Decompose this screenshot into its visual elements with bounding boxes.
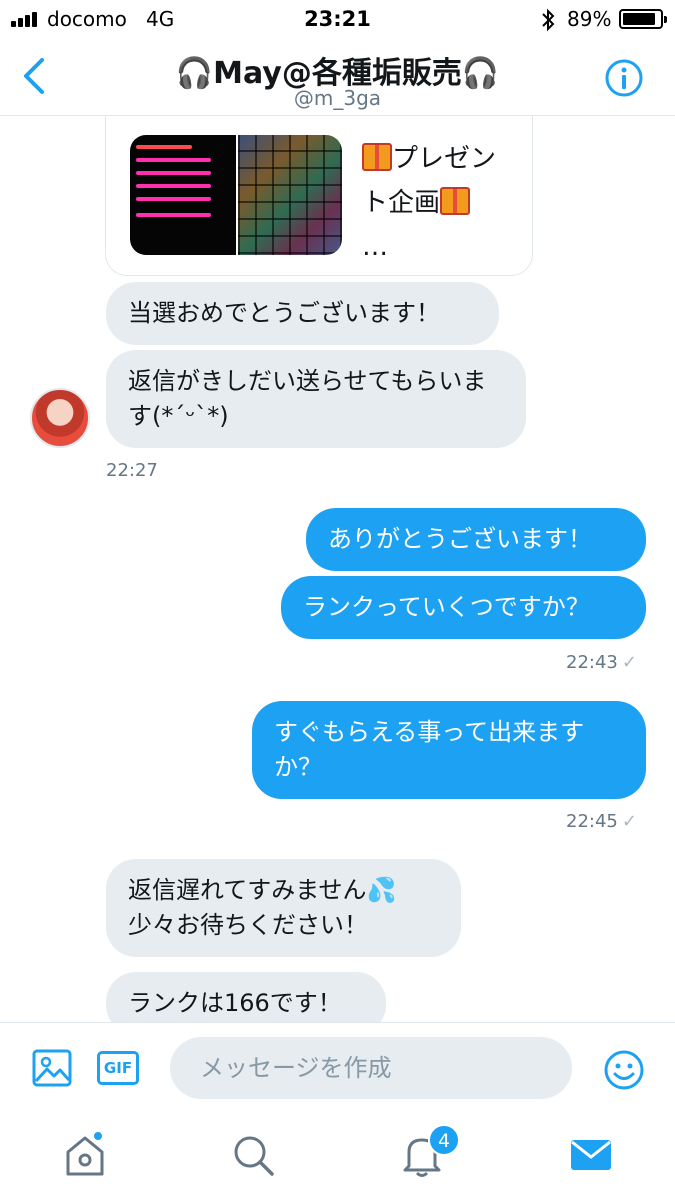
mail-icon[interactable]: [568, 1132, 614, 1178]
message-input[interactable]: [170, 1037, 572, 1099]
emoji-icon[interactable]: [603, 1049, 645, 1091]
battery-icon: [619, 9, 667, 29]
sent-message[interactable]: すぐもらえる事って出来ますか？: [252, 701, 646, 799]
read-check-icon: ✓: [621, 652, 637, 673]
gift-icon: [362, 143, 392, 171]
received-message[interactable]: 当選おめでとうございます！: [106, 282, 499, 345]
avatar[interactable]: [30, 388, 90, 448]
received-message[interactable]: ランクは166です！: [106, 972, 386, 1022]
search-icon[interactable]: [230, 1132, 276, 1178]
timestamp-text: 22:45: [566, 811, 618, 832]
status-bar: docomo 4G 23:21 89%: [0, 0, 675, 38]
card-text-line3: …: [362, 232, 388, 262]
home-unread-dot: [92, 1130, 104, 1142]
bluetooth-icon: [542, 8, 555, 32]
timestamp-text: 22:43: [566, 652, 618, 673]
timestamp: 22:45 ✓: [566, 811, 637, 832]
tab-bar: 4: [0, 1112, 675, 1200]
message-list[interactable]: プレゼン ト企画 … 当選おめでとうございます！ 返信がきしだい送らせてもらいま…: [0, 116, 675, 1022]
conversation-handle: @m_3ga: [293, 86, 382, 110]
sent-message[interactable]: ありがとうございます！: [306, 508, 646, 571]
notification-badge: 4: [428, 1124, 460, 1156]
conversation-header: 🎧May@各種垢販売🎧 @m_3ga: [0, 38, 675, 116]
timestamp: 22:27: [106, 460, 158, 481]
card-text: プレゼン ト企画 …: [362, 137, 522, 269]
received-message[interactable]: 返信遅れてすみません💦 少々お待ちください！: [106, 859, 461, 957]
shared-tweet-card[interactable]: プレゼン ト企画 …: [105, 116, 533, 276]
battery-percent: 89%: [567, 7, 612, 31]
gift-icon: [440, 187, 471, 215]
card-text-line1: プレゼン: [392, 144, 497, 174]
card-text-line2: ト企画: [362, 188, 441, 218]
card-image-2: [238, 135, 342, 255]
gif-button[interactable]: GIF: [97, 1051, 139, 1085]
received-message[interactable]: 返信がきしだい送らせてもらいます(*´ᵕ`*): [106, 350, 526, 448]
sent-message[interactable]: ランクっていくつですか？: [281, 576, 646, 639]
card-image-1: [130, 135, 236, 255]
read-check-icon: ✓: [621, 811, 637, 832]
info-icon[interactable]: [604, 58, 644, 98]
compose-bar: GIF: [0, 1022, 675, 1112]
image-icon[interactable]: [32, 1049, 72, 1087]
timestamp: 22:43 ✓: [566, 652, 637, 673]
